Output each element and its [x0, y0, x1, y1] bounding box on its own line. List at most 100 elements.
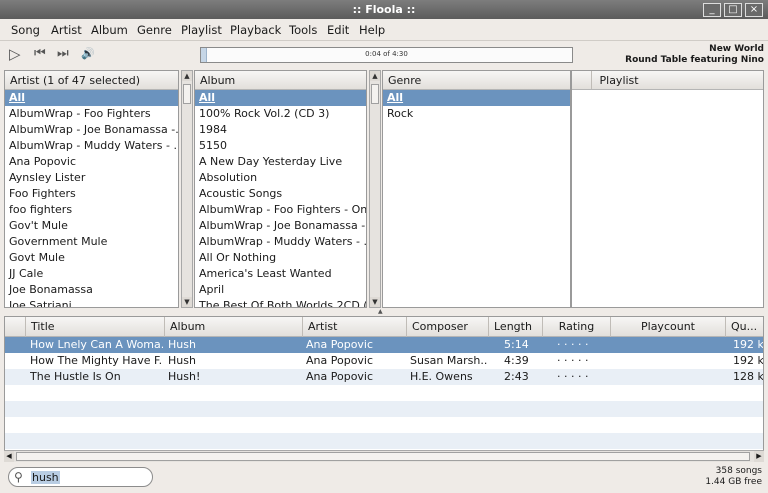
now-playing: New World Round Table featuring Nino — [625, 44, 764, 66]
artist-item[interactable]: All — [5, 90, 178, 106]
menu-help[interactable]: Help — [359, 23, 385, 37]
column-status[interactable] — [5, 317, 25, 337]
window-title: :: Floola :: — [352, 3, 416, 16]
track-length: 4:39 — [504, 354, 529, 367]
genre-item[interactable]: Rock — [383, 106, 570, 122]
scroll-right-icon[interactable]: ▶ — [754, 451, 764, 462]
column-playcount[interactable]: Playcount — [610, 317, 725, 337]
album-item[interactable]: America's Least Wanted — [195, 266, 366, 282]
close-button[interactable]: × — [745, 3, 763, 17]
artist-item[interactable]: AlbumWrap - Muddy Waters - ... — [5, 138, 178, 154]
scroll-up-icon[interactable]: ▲ — [370, 71, 380, 81]
album-item[interactable]: April — [195, 282, 366, 298]
menu-genre[interactable]: Genre — [137, 23, 172, 37]
empty-row — [5, 385, 763, 401]
play-icon[interactable]: ▷ — [9, 45, 21, 63]
previous-icon[interactable]: ⏮ — [34, 45, 46, 63]
album-item[interactable]: 1984 — [195, 122, 366, 138]
menu-album[interactable]: Album — [91, 23, 128, 37]
menu-tools[interactable]: Tools — [289, 23, 317, 37]
pane-resize-handle[interactable]: ▲ — [378, 308, 383, 315]
artist-item[interactable]: AlbumWrap - Joe Bonamassa -... — [5, 122, 178, 138]
artist-item[interactable]: Aynsley Lister — [5, 170, 178, 186]
artist-item[interactable]: foo fighters — [5, 202, 178, 218]
column-rating[interactable]: Rating — [542, 317, 610, 337]
track-list: Title Album Artist Composer Length Ratin… — [4, 316, 764, 462]
progress-bar[interactable]: 0:04 of 4:30 — [200, 47, 573, 63]
album-item[interactable]: Acoustic Songs — [195, 186, 366, 202]
track-artist: Ana Popovic — [306, 370, 374, 383]
column-composer[interactable]: Composer — [406, 317, 488, 337]
column-album[interactable]: Album — [164, 317, 302, 337]
menu-playback[interactable]: Playback — [230, 23, 281, 37]
artist-item[interactable]: Gov't Mule — [5, 218, 178, 234]
album-item[interactable]: Absolution — [195, 170, 366, 186]
artist-scrollbar[interactable]: ▲ ▼ — [181, 70, 193, 308]
album-item[interactable]: AlbumWrap - Joe Bonamassa -... — [195, 218, 366, 234]
minimize-button[interactable]: _ — [703, 3, 721, 17]
album-item[interactable]: All — [195, 90, 366, 106]
column-artist[interactable]: Artist — [302, 317, 406, 337]
track-title: The Hustle Is On — [30, 370, 121, 383]
album-item[interactable]: 100% Rock Vol.2 (CD 3) — [195, 106, 366, 122]
menu-playlist[interactable]: Playlist — [181, 23, 222, 37]
track-rating[interactable]: · · · · · — [557, 353, 609, 369]
search-input[interactable]: ⚲ hush — [8, 467, 153, 487]
album-header[interactable]: Album — [195, 71, 366, 90]
scroll-thumb[interactable] — [371, 84, 379, 104]
search-value[interactable]: hush — [31, 471, 60, 484]
album-item[interactable]: All Or Nothing — [195, 250, 366, 266]
now-playing-title: New World — [709, 44, 764, 54]
empty-row — [5, 417, 763, 433]
track-rating[interactable]: · · · · · — [557, 337, 609, 353]
track-horizontal-scrollbar[interactable]: ◀ ▶ — [4, 450, 764, 462]
album-scrollbar[interactable]: ▲ ▼ — [369, 70, 381, 308]
album-item[interactable]: The Best Of Both Worlds 2CD (P... — [195, 298, 366, 307]
playlist-header[interactable]: Playlist — [600, 74, 639, 87]
track-length: 2:43 — [504, 370, 529, 383]
track-title: How Lnely Can A Woma... — [30, 338, 163, 351]
column-length[interactable]: Length — [488, 317, 542, 337]
track-row[interactable]: The Hustle Is On Hush! Ana Popovic H.E. … — [5, 369, 763, 385]
album-item[interactable]: AlbumWrap - Foo Fighters - On... — [195, 202, 366, 218]
artist-item[interactable]: Joe Satriani — [5, 298, 178, 307]
artist-item[interactable]: Government Mule — [5, 234, 178, 250]
track-composer: Susan Marsh... — [410, 354, 488, 367]
track-row[interactable]: How Lnely Can A Woma... Hush Ana Popovic… — [5, 337, 763, 353]
genre-header[interactable]: Genre — [383, 71, 570, 90]
scroll-thumb[interactable] — [16, 452, 750, 461]
menu-song[interactable]: Song — [11, 23, 40, 37]
genre-pane: Genre All Rock — [382, 70, 571, 308]
menu-bar: Song Artist Album Genre Playlist Playbac… — [0, 19, 768, 41]
volume-icon[interactable]: 🔊 — [81, 45, 95, 63]
album-item[interactable]: A New Day Yesterday Live — [195, 154, 366, 170]
menu-edit[interactable]: Edit — [327, 23, 349, 37]
artist-item[interactable]: Foo Fighters — [5, 186, 178, 202]
column-quality[interactable]: Qu... — [725, 317, 763, 337]
playlist-icon-column[interactable] — [572, 71, 592, 89]
scroll-down-icon[interactable]: ▼ — [182, 297, 192, 307]
track-rating[interactable]: · · · · · — [557, 369, 609, 385]
artist-item[interactable]: AlbumWrap - Foo Fighters — [5, 106, 178, 122]
artist-item[interactable]: JJ Cale — [5, 266, 178, 282]
genre-item[interactable]: All — [383, 90, 570, 106]
menu-artist[interactable]: Artist — [51, 23, 82, 37]
artist-item[interactable]: Govt Mule — [5, 250, 178, 266]
maximize-button[interactable]: □ — [724, 3, 742, 17]
album-item[interactable]: 5150 — [195, 138, 366, 154]
scroll-left-icon[interactable]: ◀ — [4, 451, 14, 462]
library-stats: 358 songs 1.44 GB free — [705, 466, 762, 488]
artist-item[interactable]: Ana Popovic — [5, 154, 178, 170]
artist-item[interactable]: Joe Bonamassa — [5, 282, 178, 298]
track-row[interactable]: How The Mighty Have F... Hush Ana Popovi… — [5, 353, 763, 369]
album-item[interactable]: AlbumWrap - Muddy Waters - ... — [195, 234, 366, 250]
title-bar: :: Floola :: _ □ × — [0, 0, 768, 19]
empty-row — [5, 433, 763, 449]
track-title: How The Mighty Have F... — [30, 354, 163, 367]
scroll-thumb[interactable] — [183, 84, 191, 104]
scroll-down-icon[interactable]: ▼ — [370, 297, 380, 307]
scroll-up-icon[interactable]: ▲ — [182, 71, 192, 81]
next-icon[interactable]: ⏭ — [57, 45, 69, 63]
column-title[interactable]: Title — [25, 317, 164, 337]
artist-header[interactable]: Artist (1 of 47 selected) — [5, 71, 178, 90]
